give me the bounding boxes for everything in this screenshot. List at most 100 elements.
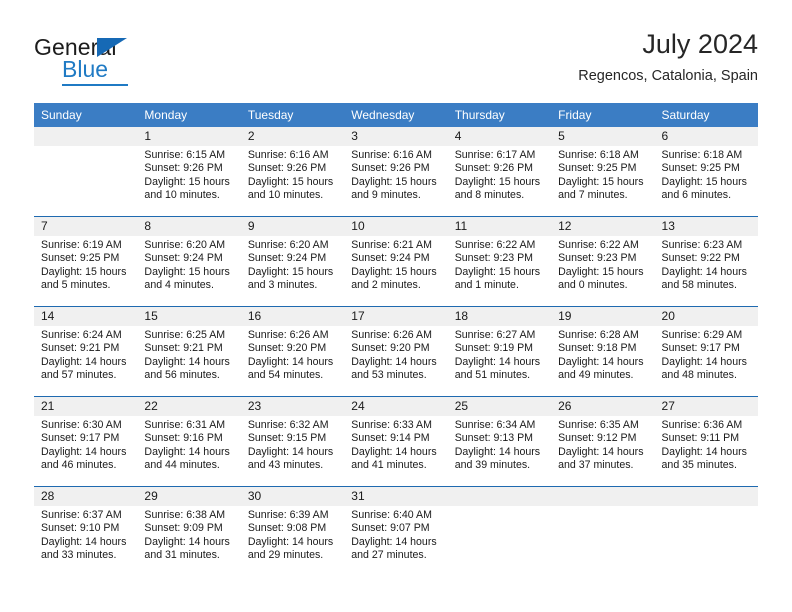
daylight-text: Daylight: 14 hours and 49 minutes.: [558, 355, 644, 382]
day-cell[interactable]: 24 Sunrise: 6:33 AM Sunset: 9:14 PM Dayligh…: [344, 397, 448, 486]
day-cell[interactable]: 12 Sunrise: 6:22 AM Sunset: 9:23 PM Dayligh…: [551, 217, 655, 306]
day-number: 4: [447, 127, 552, 146]
sunset-text: Sunset: 9:23 PM: [454, 252, 534, 265]
sunrise-text: Sunrise: 6:26 AM: [351, 329, 432, 341]
day-cell[interactable]: 23 Sunrise: 6:32 AM Sunset: 9:15 PM Dayligh…: [240, 397, 345, 486]
day-cell[interactable]: 9 Sunrise: 6:20 AM Sunset: 9:24 PM Daylight…: [240, 217, 345, 306]
day-cell[interactable]: 1 Sunrise: 6:15 AM Sunset: 9:26 PM Daylight…: [137, 127, 241, 216]
day-number: 2: [240, 127, 345, 146]
day-details: Sunrise: 6:25 AM Sunset: 9:21 PM Daylight:…: [137, 326, 240, 383]
sunset-text: Sunset: 9:24 PM: [144, 252, 223, 265]
day-details: Sunrise: 6:17 AM Sunset: 9:26 PM Daylight:…: [448, 146, 551, 203]
day-cell[interactable]: 18 Sunrise: 6:27 AM Sunset: 9:19 PM Dayligh…: [447, 307, 552, 396]
sunrise-text: Sunrise: 6:22 AM: [558, 239, 639, 251]
daylight-text: Daylight: 15 hours and 6 minutes.: [661, 175, 747, 202]
day-cell[interactable]: 4 Sunrise: 6:17 AM Sunset: 9:26 PM Daylight…: [447, 127, 552, 216]
day-number: 30: [240, 487, 345, 506]
day-number: 21: [34, 397, 138, 416]
logo-underline: [62, 84, 128, 86]
day-number: 15: [137, 307, 241, 326]
day-cell[interactable]: 17 Sunrise: 6:26 AM Sunset: 9:20 PM Dayligh…: [344, 307, 448, 396]
sunset-text: Sunset: 9:24 PM: [351, 252, 430, 265]
day-cell[interactable]: 5 Sunrise: 6:18 AM Sunset: 9:25 PM Daylight…: [551, 127, 655, 216]
day-number: [551, 487, 655, 506]
day-details: Sunrise: 6:15 AM Sunset: 9:26 PM Daylight:…: [137, 146, 240, 203]
daylight-text: Daylight: 14 hours and 58 minutes.: [661, 265, 747, 292]
sunset-text: Sunset: 9:08 PM: [247, 522, 327, 535]
day-details: Sunrise: 6:30 AM Sunset: 9:17 PM Daylight:…: [34, 416, 137, 473]
day-cell[interactable]: 30 Sunrise: 6:39 AM Sunset: 9:08 PM Dayligh…: [240, 487, 345, 576]
daylight-text: Daylight: 14 hours and 57 minutes.: [41, 355, 127, 382]
day-number: 31: [344, 487, 448, 506]
day-cell[interactable]: 19 Sunrise: 6:28 AM Sunset: 9:18 PM Dayligh…: [551, 307, 655, 396]
sunrise-text: Sunrise: 6:30 AM: [41, 419, 122, 431]
day-number: [447, 487, 552, 506]
day-cell[interactable]: 21 Sunrise: 6:30 AM Sunset: 9:17 PM Dayligh…: [34, 397, 138, 486]
daylight-text: Daylight: 15 hours and 7 minutes.: [558, 175, 644, 202]
day-details: Sunrise: 6:26 AM Sunset: 9:20 PM Daylight:…: [344, 326, 447, 383]
day-details: Sunrise: 6:29 AM Sunset: 9:17 PM Daylight:…: [655, 326, 758, 383]
sunset-text: Sunset: 9:18 PM: [558, 342, 637, 355]
day-cell[interactable]: 31 Sunrise: 6:40 AM Sunset: 9:07 PM Dayligh…: [344, 487, 448, 576]
weekday-header-row: Sunday Monday Tuesday Wednesday Thursday Frid…: [34, 103, 758, 127]
sunrise-text: Sunrise: 6:19 AM: [41, 239, 122, 251]
sunrise-text: Sunrise: 6:18 AM: [661, 149, 743, 161]
sunset-text: Sunset: 9:19 PM: [454, 342, 534, 355]
day-number: 29: [137, 487, 241, 506]
day-cell[interactable]: 28 Sunrise: 6:37 AM Sunset: 9:10 PM Dayligh…: [34, 487, 138, 576]
sunset-text: Sunset: 9:09 PM: [144, 522, 223, 535]
day-details: Sunrise: 6:40 AM Sunset: 9:07 PM Daylight:…: [344, 506, 447, 563]
day-cell[interactable]: 13 Sunrise: 6:23 AM Sunset: 9:22 PM Dayligh…: [654, 217, 758, 306]
day-number: 1: [137, 127, 241, 146]
sunset-text: Sunset: 9:25 PM: [41, 252, 120, 265]
daylight-text: Daylight: 14 hours and 51 minutes.: [454, 355, 541, 382]
day-cell[interactable]: 7 Sunrise: 6:19 AM Sunset: 9:25 PM Daylight…: [34, 217, 138, 306]
sunrise-text: Sunrise: 6:27 AM: [454, 329, 536, 341]
day-number: 10: [344, 217, 448, 236]
sunset-text: Sunset: 9:20 PM: [247, 342, 327, 355]
daylight-text: Daylight: 15 hours and 8 minutes.: [454, 175, 541, 202]
weekday-header-monday: Monday: [144, 108, 188, 122]
day-number: 13: [654, 217, 758, 236]
day-cell[interactable]: 22 Sunrise: 6:31 AM Sunset: 9:16 PM Dayligh…: [137, 397, 241, 486]
day-details: Sunrise: 6:32 AM Sunset: 9:15 PM Daylight:…: [241, 416, 344, 473]
logo-triangle-icon: [97, 38, 127, 57]
day-cell[interactable]: 27 Sunrise: 6:36 AM Sunset: 9:11 PM Dayligh…: [654, 397, 758, 486]
day-cell[interactable]: 26 Sunrise: 6:35 AM Sunset: 9:12 PM Dayligh…: [551, 397, 655, 486]
sunrise-text: Sunrise: 6:23 AM: [661, 239, 743, 251]
calendar-week-row: 14 Sunrise: 6:24 AM Sunset: 9:21 PM Dayligh…: [34, 306, 758, 396]
day-cell[interactable]: 6 Sunrise: 6:18 AM Sunset: 9:25 PM Daylight…: [654, 127, 758, 216]
sunrise-text: Sunrise: 6:35 AM: [558, 419, 639, 431]
sunrise-text: Sunrise: 6:39 AM: [247, 509, 329, 521]
day-cell[interactable]: 3 Sunrise: 6:16 AM Sunset: 9:26 PM Daylight…: [344, 127, 448, 216]
day-cell[interactable]: 14 Sunrise: 6:24 AM Sunset: 9:21 PM Dayligh…: [34, 307, 138, 396]
day-cell[interactable]: 15 Sunrise: 6:25 AM Sunset: 9:21 PM Dayligh…: [137, 307, 241, 396]
day-cell[interactable]: 29 Sunrise: 6:38 AM Sunset: 9:09 PM Dayligh…: [137, 487, 241, 576]
day-number: [34, 127, 138, 146]
sunset-text: Sunset: 9:25 PM: [558, 162, 637, 175]
day-details: Sunrise: 6:38 AM Sunset: 9:09 PM Daylight:…: [137, 506, 240, 563]
day-number: 6: [654, 127, 758, 146]
sunrise-text: Sunrise: 6:18 AM: [558, 149, 639, 161]
sunrise-text: Sunrise: 6:20 AM: [247, 239, 329, 251]
day-details: Sunrise: 6:21 AM Sunset: 9:24 PM Daylight:…: [344, 236, 447, 293]
day-cell[interactable]: 25 Sunrise: 6:34 AM Sunset: 9:13 PM Dayligh…: [447, 397, 552, 486]
calendar-grid: Sunday Monday Tuesday Wednesday Thursday Frid…: [34, 103, 758, 576]
day-cell[interactable]: 8 Sunrise: 6:20 AM Sunset: 9:24 PM Daylight…: [137, 217, 241, 306]
day-cell[interactable]: 10 Sunrise: 6:21 AM Sunset: 9:24 PM Dayligh…: [344, 217, 448, 306]
day-cell[interactable]: 2 Sunrise: 6:16 AM Sunset: 9:26 PM Daylight…: [240, 127, 345, 216]
sunset-text: Sunset: 9:25 PM: [661, 162, 740, 175]
day-cell[interactable]: 11 Sunrise: 6:22 AM Sunset: 9:23 PM Dayligh…: [447, 217, 552, 306]
day-cell-empty: [34, 127, 138, 216]
sunset-text: Sunset: 9:22 PM: [661, 252, 740, 265]
sunset-text: Sunset: 9:26 PM: [351, 162, 430, 175]
page-title: July 2024: [642, 29, 758, 59]
day-cell[interactable]: 16 Sunrise: 6:26 AM Sunset: 9:20 PM Dayligh…: [240, 307, 345, 396]
sunset-text: Sunset: 9:16 PM: [144, 432, 223, 445]
day-details: Sunrise: 6:33 AM Sunset: 9:14 PM Daylight:…: [344, 416, 447, 473]
sunrise-text: Sunrise: 6:17 AM: [454, 149, 536, 161]
day-number: 14: [34, 307, 138, 326]
day-cell[interactable]: 20 Sunrise: 6:29 AM Sunset: 9:17 PM Dayligh…: [654, 307, 758, 396]
sunrise-text: Sunrise: 6:33 AM: [351, 419, 432, 431]
day-number: 23: [240, 397, 345, 416]
